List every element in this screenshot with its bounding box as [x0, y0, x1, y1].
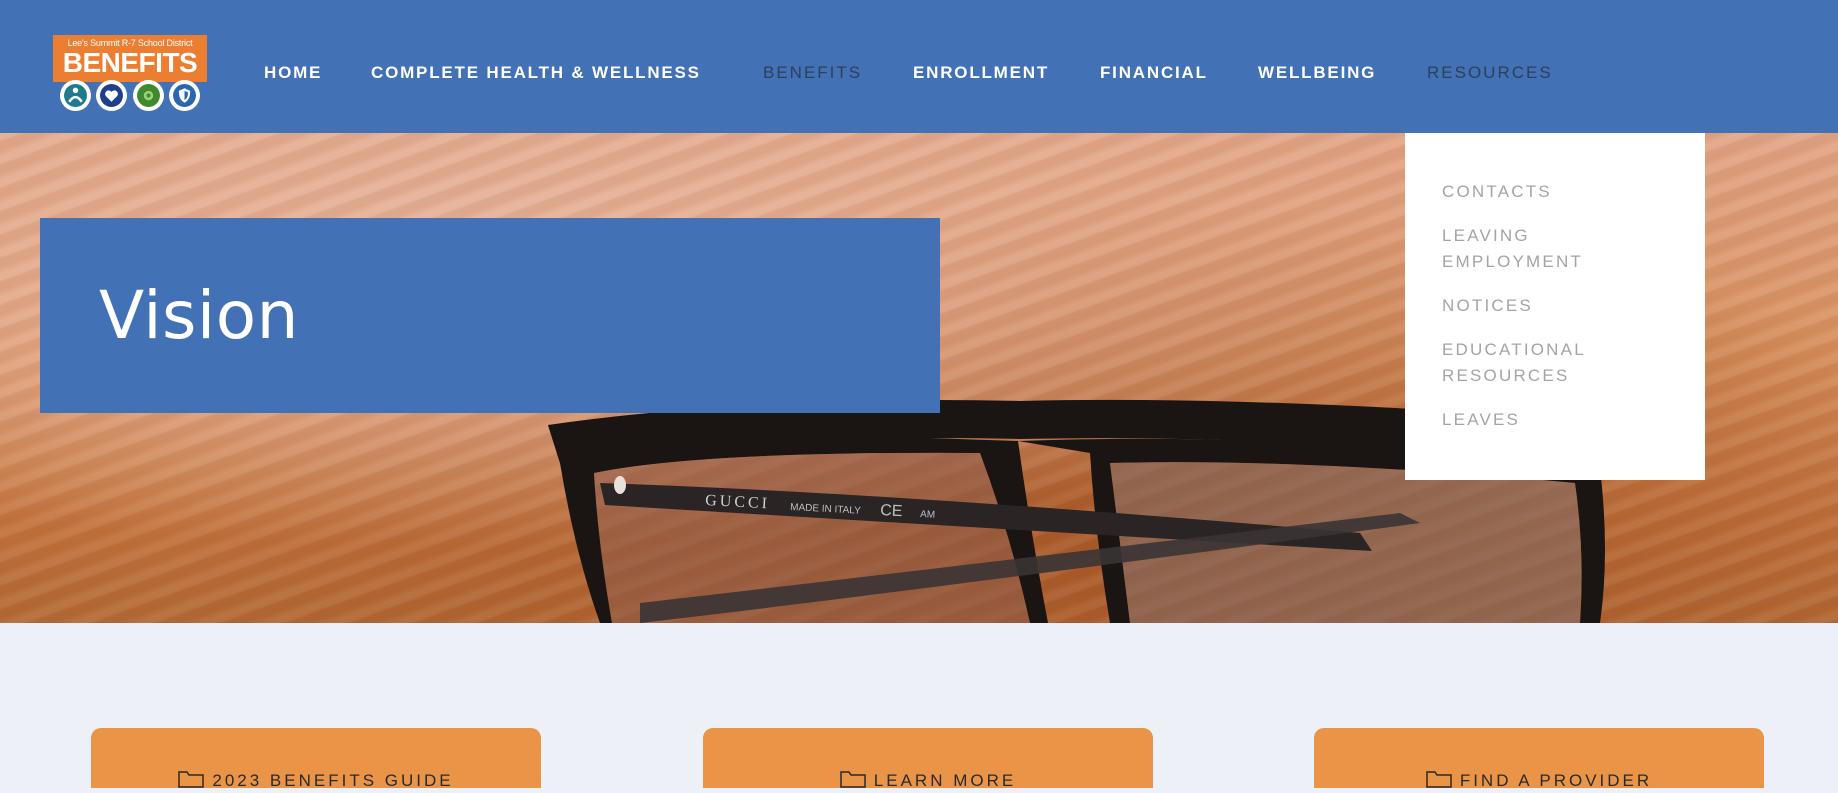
nav-home[interactable]: HOME [264, 63, 322, 83]
page-title: Vision [99, 277, 299, 354]
site-logo[interactable]: Lee's Summit R-7 School District BENEFIT… [53, 35, 207, 111]
card-benefits-guide[interactable]: 2023 BENEFITS GUIDE [91, 728, 541, 790]
nav-resources[interactable]: RESOURCES [1427, 63, 1553, 83]
svg-text:AM: AM [920, 509, 936, 521]
dropdown-item-notices[interactable]: NOTICES [1442, 293, 1533, 319]
shield-icon [169, 79, 201, 111]
svg-text:CE: CE [880, 502, 903, 520]
card-label: 2023 BENEFITS GUIDE [212, 770, 454, 790]
leaf-icon [132, 79, 164, 111]
nav-enrollment[interactable]: ENROLLMENT [913, 63, 1049, 83]
card-label: FIND A PROVIDER [1459, 770, 1653, 790]
site-header: Lee's Summit R-7 School District BENEFIT… [0, 0, 1838, 133]
nav-wellbeing[interactable]: WELLBEING [1258, 63, 1376, 83]
dropdown-item-leaves[interactable]: LEAVES [1442, 407, 1520, 433]
folder-icon [178, 770, 205, 793]
card-learn-more[interactable]: LEARN MORE [703, 728, 1153, 790]
card-label-row: 2023 BENEFITS GUIDE [91, 770, 541, 793]
nav-benefits[interactable]: BENEFITS [763, 63, 862, 83]
nav-financial[interactable]: FINANCIAL [1100, 63, 1208, 83]
page-title-box: Vision [40, 218, 940, 413]
folder-icon [840, 770, 866, 793]
people-icon [59, 79, 91, 111]
dropdown-item-contacts[interactable]: CONTACTS [1442, 179, 1552, 205]
nav-complete-health-wellness[interactable]: COMPLETE HEALTH & WELLNESS [371, 63, 701, 83]
dropdown-item-leaving-employment[interactable]: LEAVING EMPLOYMENT [1442, 223, 1622, 275]
logo-wordmark: BENEFITS [62, 47, 198, 78]
logo-icons [53, 79, 207, 111]
card-label-row: FIND A PROVIDER [1314, 770, 1764, 793]
heart-icon [96, 79, 128, 111]
glasses-brand-text: GUCCI [705, 492, 771, 512]
card-label: LEARN MORE [873, 770, 1017, 790]
dropdown-item-educational-resources[interactable]: EDUCATIONAL RESOURCES [1442, 337, 1622, 389]
folder-icon [1426, 770, 1452, 793]
resources-dropdown-menu: CONTACTS LEAVING EMPLOYMENT NOTICES EDUC… [1405, 133, 1705, 480]
card-find-provider[interactable]: FIND A PROVIDER [1314, 728, 1764, 790]
logo-banner: Lee's Summit R-7 School District BENEFIT… [53, 35, 207, 82]
card-label-row: LEARN MORE [703, 770, 1153, 793]
